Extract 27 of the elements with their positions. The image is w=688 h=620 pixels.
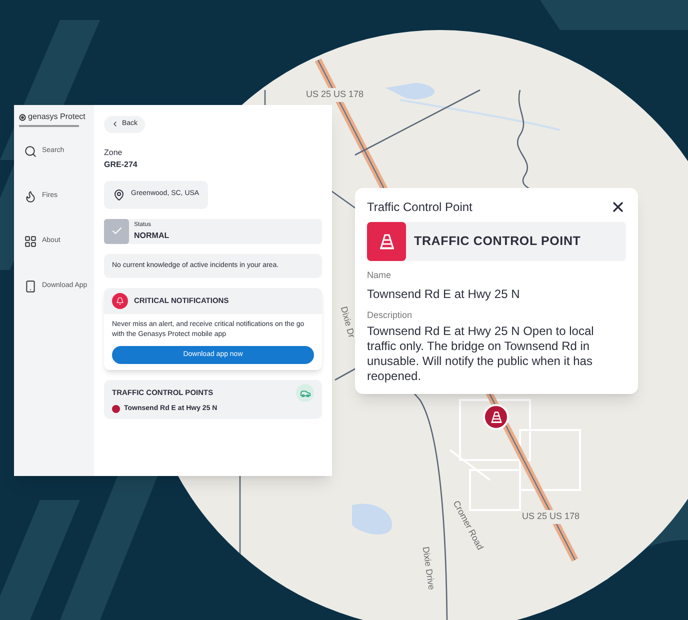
logo-icon [19, 114, 26, 120]
map-label: US 25 US 178 [521, 510, 581, 524]
check-icon [104, 218, 129, 244]
bell-icon [112, 292, 128, 308]
car-icon [296, 384, 314, 402]
search-icon [24, 145, 37, 158]
zone-id: GRE-274 [104, 158, 138, 170]
traffic-cone-icon [488, 410, 504, 424]
logo-tagline [19, 125, 79, 127]
map-label: Dixie Dr [338, 305, 358, 340]
download-icon [24, 280, 37, 293]
popup-header: Traffic Control Point [367, 199, 472, 216]
logo: genasys Protect [28, 111, 86, 123]
chevron-icon [111, 120, 119, 128]
about-icon [24, 235, 37, 248]
name-value: Townsend Rd E at Hwy 25 N [367, 286, 521, 302]
map-label: Dixie Drive [420, 546, 438, 591]
popup-title: TRAFFIC CONTROL POINT [414, 233, 581, 250]
zone-label: Zone [104, 146, 124, 158]
name-label: Name [367, 269, 392, 282]
description-text: Townsend Rd E at Hwy 25 N Open to local traffic only. The bridge on Townsend Rd in unusable. Will notify the public when it has reopened. [367, 324, 595, 384]
close-button[interactable] [610, 199, 626, 215]
fires-icon [24, 190, 37, 203]
map-label: US 25 US 178 [305, 88, 365, 102]
map-pin-icon [113, 188, 125, 200]
description-label: Description [367, 308, 414, 322]
status-value: NORMAL [134, 230, 170, 242]
